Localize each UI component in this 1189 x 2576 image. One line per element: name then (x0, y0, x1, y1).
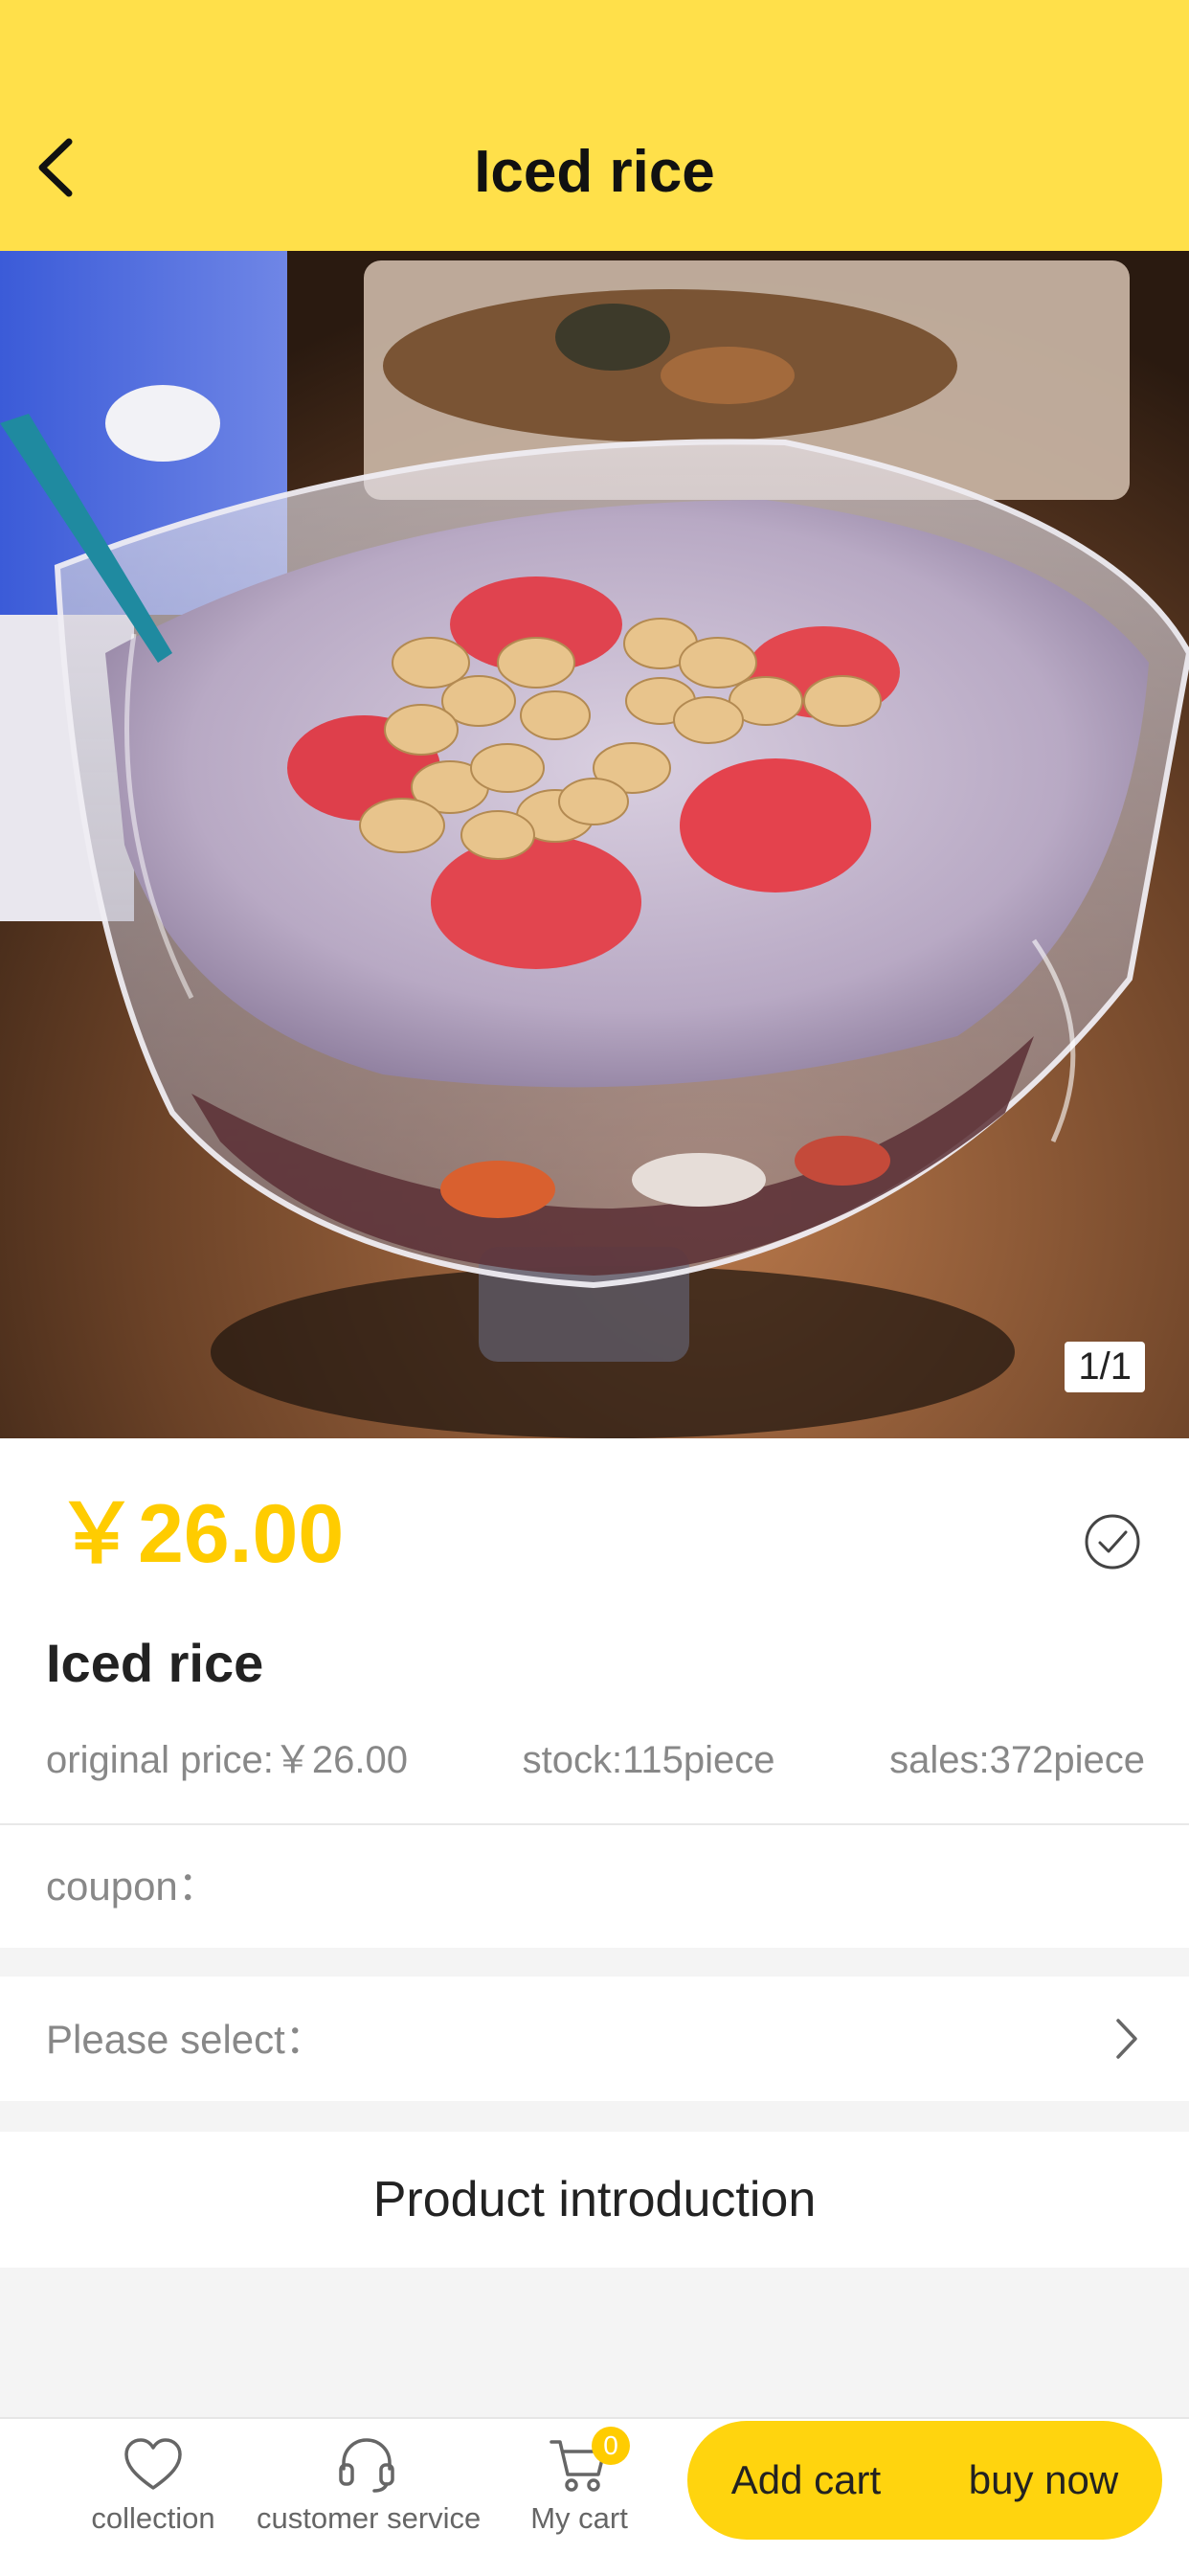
chevron-right-icon (1116, 2019, 1137, 2059)
product-image: 1/1 (0, 251, 1189, 1438)
sales-count: sales:372piece (889, 1739, 1145, 1781)
product-photo (0, 251, 1189, 1438)
my-cart-label: My cart (530, 2501, 628, 2535)
page-title: Iced rice (474, 139, 715, 205)
customer-service-button[interactable]: customer service (257, 2429, 482, 2563)
product-info-card: ￥26.00 Iced rice original price:￥26.00 s… (0, 1438, 1189, 1823)
buy-now-button[interactable]: buy now (925, 2421, 1162, 2540)
original-price: original price:￥26.00 (46, 1739, 408, 1781)
check-circle-icon[interactable] (1084, 1513, 1141, 1570)
section-title: Product introduction (372, 2172, 817, 2227)
headset-icon (339, 2438, 394, 2493)
add-cart-button[interactable]: Add cart (687, 2421, 925, 2540)
product-price: ￥26.00 (56, 1488, 345, 1580)
option-select-row[interactable]: Please select： (0, 1977, 1189, 2101)
select-label: Please select： (46, 2017, 325, 2062)
purchase-actions: Add cart buy now (687, 2421, 1162, 2540)
product-name: Iced rice (46, 1633, 264, 1693)
coupon-label: coupon： (46, 1864, 218, 1909)
collection-button[interactable]: collection (77, 2429, 230, 2563)
collection-label: collection (91, 2501, 215, 2535)
heart-icon (124, 2438, 182, 2490)
customer-service-label: customer service (257, 2501, 482, 2535)
stock-count: stock:115piece (522, 1739, 775, 1781)
top-header: Iced rice (0, 0, 1189, 251)
image-counter: 1/1 (1065, 1342, 1145, 1392)
coupon-row[interactable]: coupon： (0, 1825, 1189, 1948)
my-cart-button[interactable]: 0 My cart (507, 2427, 651, 2563)
product-meta: original price:￥26.00 stock:115piece sal… (46, 1731, 1145, 1789)
cart-count-badge: 0 (592, 2427, 630, 2465)
product-introduction-section: Product introduction (0, 2132, 1189, 2268)
